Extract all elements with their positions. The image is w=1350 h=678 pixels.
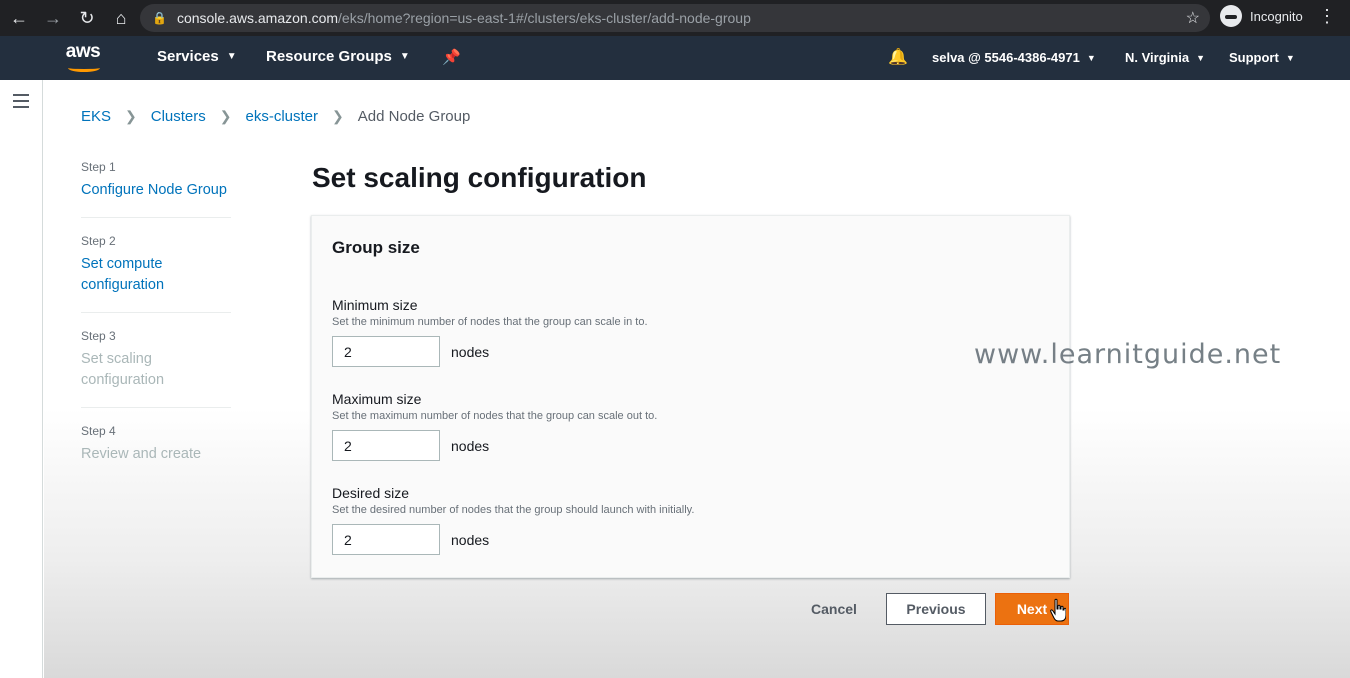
maximum-size-field: Maximum size Set the maximum number of n… <box>332 391 657 461</box>
field-label: Maximum size <box>332 391 422 407</box>
minimum-size-input[interactable] <box>332 336 440 367</box>
field-label: Desired size <box>332 485 410 501</box>
wizard-steps: Step 1 Configure Node Group Step 2 Set c… <box>81 160 231 497</box>
services-menu[interactable]: Services ▼ <box>157 48 237 65</box>
chevron-right-icon: ❯ <box>219 108 232 124</box>
account-menu[interactable]: selva @ 5546-4386-4971 ▼ <box>932 50 1096 65</box>
hand-cursor-icon <box>1050 598 1066 622</box>
side-rail <box>0 80 43 678</box>
bookmark-star-icon[interactable]: ☆ <box>1186 8 1200 28</box>
url-host: console.aws.amazon.com <box>176 10 339 26</box>
aws-logo-text: aws <box>65 41 101 62</box>
bell-icon[interactable]: 🔔 <box>888 47 908 67</box>
browser-menu-icon[interactable]: ⋮ <box>1318 6 1336 27</box>
step-4-label: Review and create <box>81 446 202 462</box>
field-description: Set the desired number of nodes that the… <box>332 504 695 516</box>
region-label: N. Virginia <box>1125 50 1190 65</box>
cancel-button[interactable]: Cancel <box>805 594 863 624</box>
step-2-link[interactable]: Set compute configuration <box>81 254 191 296</box>
minimum-size-field: Minimum size Set the minimum number of n… <box>332 297 648 367</box>
lock-icon: 🔒 <box>152 11 167 25</box>
breadcrumb: EKS ❯ Clusters ❯ eks-cluster ❯ Add Node … <box>81 108 470 125</box>
services-label: Services <box>157 48 219 65</box>
chevron-down-icon: ▼ <box>1285 52 1295 63</box>
reload-icon[interactable]: ↻ <box>72 3 102 33</box>
forward-arrow-icon[interactable]: → <box>38 3 68 33</box>
field-description: Set the minimum number of nodes that the… <box>332 316 648 328</box>
resource-groups-menu[interactable]: Resource Groups ▼ <box>266 48 410 65</box>
step-3: Step 3 Set scaling configuration <box>81 329 231 408</box>
chevron-down-icon: ▼ <box>226 51 237 62</box>
chevron-right-icon: ❯ <box>332 108 344 124</box>
unit-label: nodes <box>451 343 490 360</box>
address-bar[interactable]: 🔒 console.aws.amazon.com/eks/home?region… <box>140 4 1210 32</box>
page-title: Set scaling configuration <box>312 162 647 193</box>
region-menu[interactable]: N. Virginia ▼ <box>1125 50 1205 65</box>
chevron-right-icon: ❯ <box>125 108 137 124</box>
back-arrow-icon[interactable]: ← <box>4 3 34 33</box>
chevron-down-icon: ▼ <box>1086 52 1096 63</box>
browser-toolbar: ← → ↻ ⌂ 🔒 console.aws.amazon.com/eks/hom… <box>0 0 1350 36</box>
step-1-link[interactable]: Configure Node Group <box>81 180 231 201</box>
step-4: Step 4 Review and create <box>81 424 231 481</box>
step-2: Step 2 Set compute configuration <box>81 234 231 313</box>
aws-navbar: aws Services ▼ Resource Groups ▼ 📌 🔔 sel… <box>0 36 1350 80</box>
step-number: Step 1 <box>81 160 116 174</box>
support-label: Support <box>1229 50 1279 65</box>
unit-label: nodes <box>451 437 490 454</box>
breadcrumb-eks-cluster[interactable]: eks-cluster <box>246 108 319 125</box>
previous-button[interactable]: Previous <box>886 593 986 625</box>
pin-icon[interactable]: 📌 <box>442 48 461 66</box>
incognito-indicator[interactable]: Incognito <box>1220 5 1303 27</box>
group-size-panel: Group size Minimum size Set the minimum … <box>311 215 1070 578</box>
unit-label: nodes <box>451 531 490 548</box>
field-description: Set the maximum number of nodes that the… <box>332 410 658 422</box>
desired-size-input[interactable] <box>332 524 440 555</box>
maximum-size-input[interactable] <box>332 430 440 461</box>
panel-title: Group size <box>332 238 420 257</box>
step-number: Step 3 <box>81 329 116 343</box>
hamburger-menu-icon[interactable] <box>13 94 29 112</box>
support-menu[interactable]: Support ▼ <box>1229 50 1295 65</box>
step-1: Step 1 Configure Node Group <box>81 160 231 218</box>
account-label: selva @ 5546-4386-4971 <box>932 50 1080 65</box>
incognito-label: Incognito <box>1250 8 1303 24</box>
breadcrumb-current: Add Node Group <box>357 108 471 125</box>
resource-groups-label: Resource Groups <box>266 48 392 65</box>
home-icon[interactable]: ⌂ <box>106 3 136 33</box>
watermark: www.learnitguide.net <box>974 339 1282 370</box>
aws-smile-icon <box>68 64 100 72</box>
aws-logo[interactable]: aws <box>60 42 106 74</box>
chevron-down-icon: ▼ <box>1196 52 1205 63</box>
step-3-current: Set scaling configuration <box>81 351 165 388</box>
step-number: Step 2 <box>81 234 116 248</box>
step-number: Step 4 <box>81 424 116 438</box>
breadcrumb-clusters[interactable]: Clusters <box>151 108 206 125</box>
chevron-down-icon: ▼ <box>399 51 410 62</box>
breadcrumb-eks[interactable]: EKS <box>81 108 111 125</box>
incognito-icon <box>1220 5 1242 27</box>
url-path: /eks/home?region=us-east-1#/clusters/eks… <box>338 10 751 26</box>
desired-size-field: Desired size Set the desired number of n… <box>332 485 694 555</box>
field-label: Minimum size <box>332 297 418 313</box>
